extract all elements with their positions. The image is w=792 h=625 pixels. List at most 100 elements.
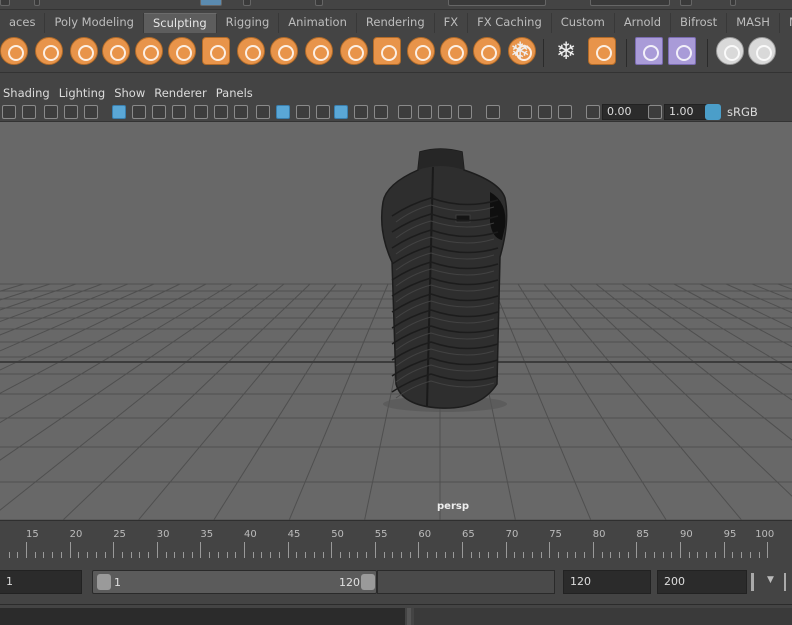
panel-menu-show[interactable]: Show: [111, 84, 151, 102]
camera-attr-icon[interactable]: [22, 105, 36, 119]
imprint-icon[interactable]: [305, 37, 333, 65]
relax-icon[interactable]: [70, 37, 98, 65]
safe-action-icon[interactable]: [214, 105, 228, 119]
smear-icon[interactable]: [473, 37, 501, 65]
range-start-handle[interactable]: [97, 574, 111, 590]
resolution-gate-icon[interactable]: [152, 105, 166, 119]
timeline-minor-tick: [139, 552, 141, 558]
time-slider[interactable]: 15 20 25 30 35 40 45 50 55 60 65 70 75 80 85 90 95 100: [0, 520, 792, 560]
shelf-tab[interactable]: Rendering: [357, 13, 435, 33]
smooth-icon[interactable]: [35, 37, 63, 65]
fullscreen-icon[interactable]: [558, 105, 572, 119]
flatten-icon[interactable]: [168, 37, 196, 65]
shelf-tab[interactable]: Rigging: [217, 13, 280, 33]
shelf-tab[interactable]: aces: [0, 13, 46, 33]
depth-of-field-icon[interactable]: [438, 105, 452, 119]
image-plane-icon[interactable]: [64, 105, 78, 119]
timeline-major-tick: [374, 542, 376, 558]
timeline-minor-tick: [60, 552, 62, 558]
xray-icon[interactable]: [486, 105, 500, 119]
timeline-minor-tick: [758, 552, 760, 558]
wireframe-on-shaded-icon[interactable]: [296, 105, 310, 119]
shelf-tab[interactable]: Animation: [279, 13, 357, 33]
current-frame-field[interactable]: 1: [0, 570, 82, 594]
exposure-icon[interactable]: [586, 105, 600, 119]
timeline-minor-tick: [488, 552, 490, 558]
command-input[interactable]: [0, 608, 405, 625]
shelf-separator: [543, 39, 544, 67]
shelf-tab[interactable]: Arnold: [615, 13, 672, 33]
unfreeze-icon[interactable]: ❄: [556, 37, 576, 65]
sculpt-icon[interactable]: [0, 37, 28, 65]
hud-icon[interactable]: [538, 105, 552, 119]
spray-icon[interactable]: [237, 37, 265, 65]
panel-menu-panels[interactable]: Panels: [213, 84, 259, 102]
anti-alias-icon[interactable]: [418, 105, 432, 119]
repeat-icon[interactable]: [270, 37, 298, 65]
shelf-tab[interactable]: Bifrost: [671, 13, 728, 33]
wireframe-icon[interactable]: [256, 105, 270, 119]
film-gate-icon[interactable]: [132, 105, 146, 119]
chevron-down-icon[interactable]: ▼: [767, 575, 774, 585]
timeline-minor-tick: [514, 552, 516, 558]
shelf-tab[interactable]: MASH: [727, 13, 780, 33]
motion-blur-icon[interactable]: [398, 105, 412, 119]
field-chart-icon[interactable]: [194, 105, 208, 119]
shelf-tab[interactable]: Sculpting: [143, 13, 217, 33]
shelf-tab[interactable]: FX: [435, 13, 469, 33]
timeline-minor-tick: [662, 552, 664, 558]
max-end-field[interactable]: 200: [657, 570, 747, 594]
shelf-tab[interactable]: Poly Modeling: [45, 13, 144, 33]
target-icon[interactable]: [748, 37, 776, 65]
timeline-minor-tick: [732, 552, 734, 558]
smooth-shade-icon[interactable]: [276, 105, 290, 119]
shadows-icon[interactable]: [354, 105, 368, 119]
timeline-tick-label: 75: [549, 529, 562, 540]
exposure-field[interactable]: 0.00: [602, 104, 650, 120]
command-splitter[interactable]: [407, 608, 411, 625]
viewport-canvas[interactable]: [0, 122, 792, 520]
grab-icon[interactable]: [102, 37, 130, 65]
joints-icon[interactable]: [518, 105, 532, 119]
vest-model[interactable]: [380, 148, 508, 412]
range-track-background: [377, 570, 555, 594]
timeline-major-tick: [26, 542, 27, 558]
freeze-icon[interactable]: ❄: [510, 37, 530, 65]
select-camera-icon[interactable]: [2, 105, 16, 119]
panel-menu-shading[interactable]: Shading: [0, 84, 56, 102]
gate-mask-icon[interactable]: [172, 105, 186, 119]
shelf-tab[interactable]: FX Caching: [468, 13, 552, 33]
mesh-tool-icon[interactable]: [716, 37, 744, 65]
shelf-tab[interactable]: Custom: [552, 13, 615, 33]
panel-menu-lighting[interactable]: Lighting: [56, 84, 111, 102]
knife-icon[interactable]: [440, 37, 468, 65]
skin-icon[interactable]: [668, 37, 696, 65]
paint-weights-icon[interactable]: [635, 37, 663, 65]
set-ui-icon[interactable]: [588, 37, 616, 65]
range-slider[interactable]: 1 120: [92, 570, 377, 594]
bookmark-icon[interactable]: [44, 105, 58, 119]
2d-pan-icon[interactable]: [84, 105, 98, 119]
range-end-handle[interactable]: [361, 574, 375, 590]
fill-icon[interactable]: [407, 37, 435, 65]
textured-icon[interactable]: [316, 105, 330, 119]
ambient-occlusion-icon[interactable]: [374, 105, 388, 119]
anim-end-field[interactable]: 120: [563, 570, 651, 594]
foamy-icon[interactable]: [202, 37, 230, 65]
pinch-icon[interactable]: [135, 37, 163, 65]
color-management-icon[interactable]: [705, 104, 721, 120]
scrape-icon[interactable]: [373, 37, 401, 65]
panel-menu-renderer[interactable]: Renderer: [151, 84, 213, 102]
grid-icon[interactable]: [112, 105, 126, 119]
timeline-minor-tick: [697, 552, 699, 558]
range-divider: [751, 573, 754, 591]
viewport-persp[interactable]: persp: [0, 122, 792, 520]
isolate-icon[interactable]: [458, 105, 472, 119]
safe-title-icon[interactable]: [234, 105, 248, 119]
wax-icon[interactable]: [340, 37, 368, 65]
timeline-minor-tick: [601, 552, 603, 558]
gamma-icon[interactable]: [648, 105, 662, 119]
timeline-minor-tick: [252, 552, 254, 558]
shelf-tab[interactable]: M: [780, 13, 792, 33]
use-lights-icon[interactable]: [334, 105, 348, 119]
